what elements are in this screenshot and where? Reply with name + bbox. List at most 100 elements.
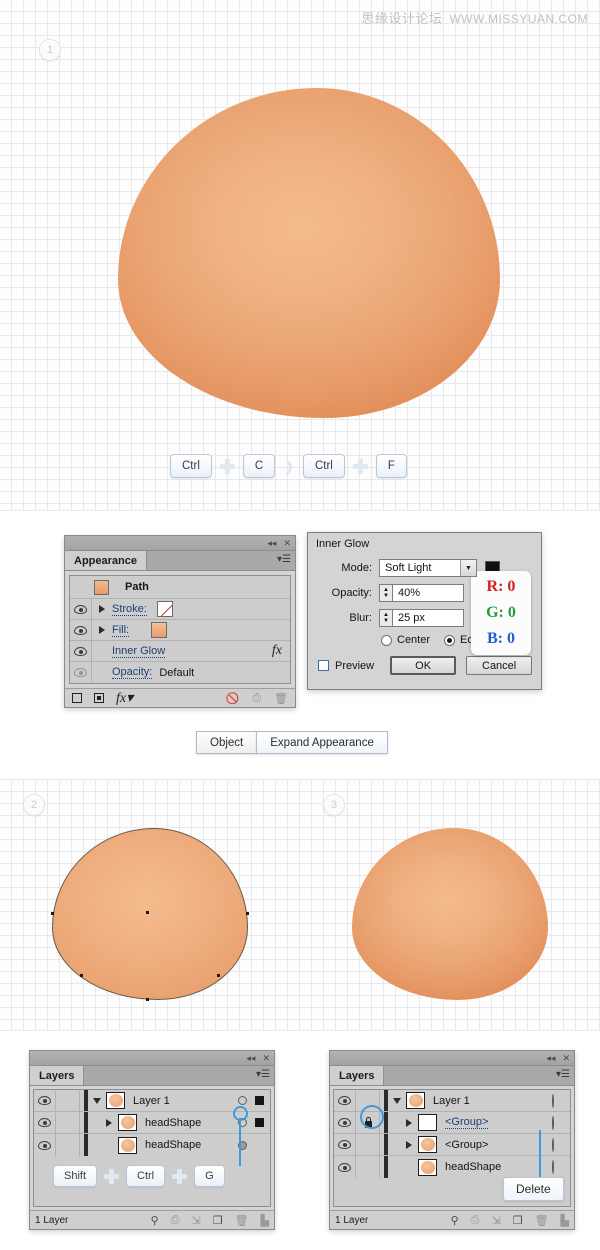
key-c[interactable]: C [242,454,276,478]
duplicate-item-icon[interactable]: ⎙ [252,692,261,705]
layer-row-r-headshape[interactable]: headShape [334,1156,570,1178]
fill-disclosure-arrow[interactable] [92,626,112,634]
collapse-icon[interactable]: ◂◂ [546,1053,555,1063]
close-icon[interactable]: ✕ [562,1053,570,1063]
layer1-disclosure-arrow[interactable] [88,1097,106,1104]
close-icon[interactable]: ✕ [262,1053,270,1063]
fill-color-swatch[interactable] [150,621,169,639]
appearance-row-fill[interactable]: Fill: [70,620,290,641]
group2-target-indicator[interactable] [552,1137,554,1152]
group1-label[interactable]: <Group> [445,1116,489,1129]
appearance-inner-glow-label[interactable]: Inner Glow [112,645,166,658]
delete-item-icon[interactable]: 🗑 [274,692,288,705]
release-mask-icon[interactable]: ⇲ [191,1214,200,1227]
appearance-fill-label[interactable]: Fill: [112,624,130,637]
r-layer1-target-indicator[interactable] [552,1093,554,1108]
resize-grip-icon[interactable]: ▙ [261,1214,269,1227]
stroke-visibility-toggle[interactable] [70,599,92,619]
appearance-stroke-label[interactable]: Stroke: [112,603,147,616]
r-headshape-lock-cell[interactable] [356,1156,380,1178]
r-headshape-label[interactable]: headShape [445,1161,501,1173]
stroke-none-swatch[interactable] [155,600,174,618]
mode-select[interactable]: Soft Light ▼ [379,559,477,577]
headshape2-lock-cell[interactable] [56,1134,80,1156]
preview-checkbox[interactable] [318,660,329,671]
key-f[interactable]: F [375,454,407,478]
chevron-down-icon[interactable]: ▼ [460,560,476,576]
stroke-disclosure-arrow[interactable] [92,605,112,613]
group1-visibility-toggle[interactable] [334,1112,356,1133]
tab-layers-right[interactable]: Layers [330,1066,385,1085]
key-shift[interactable]: Shift [53,1165,98,1187]
collapse-icon[interactable]: ◂◂ [267,538,276,548]
preview-checkbox-row[interactable]: Preview [318,660,374,672]
close-icon[interactable]: ✕ [283,538,291,548]
panel-menu-icon[interactable]: ▾☰ [256,1070,270,1080]
menu-expand-appearance-button[interactable]: Expand Appearance [256,731,388,754]
layer-row-headshape-2[interactable]: headShape [34,1134,270,1156]
locate-object-icon[interactable]: ⚲ [451,1214,459,1227]
group1-disclosure-arrow[interactable] [400,1118,418,1127]
group2-label[interactable]: <Group> [445,1139,488,1151]
group1-target-indicator[interactable] [552,1115,554,1130]
collapse-icon[interactable]: ◂◂ [246,1053,255,1063]
release-mask-icon[interactable]: ⇲ [491,1214,500,1227]
appearance-row-path[interactable]: Path [70,576,290,599]
headshape1-lock-cell[interactable] [56,1112,80,1133]
locate-object-icon[interactable]: ⚲ [151,1214,159,1227]
inner-glow-visibility-toggle[interactable] [70,641,92,661]
headshape2-label[interactable]: headShape [145,1139,201,1151]
panel-menu-icon[interactable]: ▾☰ [277,555,291,565]
blur-stepper[interactable]: ▲ ▼ [379,609,392,627]
key-ctrl-1[interactable]: Ctrl [170,454,212,478]
layer1-label[interactable]: Layer 1 [133,1095,170,1107]
key-g[interactable]: G [194,1165,225,1187]
make-mask-icon[interactable]: ⎙ [471,1214,480,1227]
ok-button[interactable]: OK [390,656,457,675]
group2-visibility-toggle[interactable] [334,1134,356,1155]
layer1-visibility-toggle[interactable] [34,1090,56,1111]
r-layer1-disclosure-arrow[interactable] [388,1097,406,1104]
delete-callout-button[interactable]: Delete [503,1177,564,1201]
key-ctrl-3[interactable]: Ctrl [126,1165,166,1187]
new-layer-icon[interactable]: ❐ [513,1214,523,1227]
layer-row-group-2[interactable]: <Group> [334,1134,570,1156]
panel-menu-icon[interactable]: ▾☰ [556,1070,570,1080]
tab-layers-left[interactable]: Layers [30,1066,85,1085]
appearance-row-stroke[interactable]: Stroke: [70,599,290,620]
fx-icon[interactable]: fx [272,643,282,659]
headshape1-visibility-toggle[interactable] [34,1112,56,1133]
delete-layer-icon[interactable]: 🗑 [535,1214,549,1227]
delete-layer-icon[interactable]: 🗑 [235,1214,249,1227]
group2-lock-cell[interactable] [356,1134,380,1155]
resize-grip-icon[interactable]: ▙ [561,1214,569,1227]
make-mask-icon[interactable]: ⎙ [171,1214,180,1227]
r-layer1-label[interactable]: Layer 1 [433,1095,470,1107]
cancel-button[interactable]: Cancel [466,656,533,675]
layer1-lock-cell[interactable] [56,1090,80,1111]
opacity-input[interactable]: 40% [392,584,464,602]
appearance-opacity-label[interactable]: Opacity: [112,666,153,679]
r-layer1-visibility-toggle[interactable] [334,1090,356,1111]
headshape2-visibility-toggle[interactable] [34,1134,56,1156]
clear-appearance-icon[interactable]: 🚫 [226,692,240,705]
headshape1-label[interactable]: headShape [145,1117,201,1129]
layer1-target-indicator[interactable] [238,1096,247,1105]
new-layer-icon[interactable]: ❐ [213,1214,223,1227]
appearance-row-opacity[interactable]: Opacity: Default [70,662,290,683]
blur-input[interactable]: 25 px [392,609,464,627]
key-ctrl-2[interactable]: Ctrl [302,454,345,478]
menu-object-button[interactable]: Object [196,731,258,754]
fill-visibility-toggle[interactable] [70,620,92,640]
tab-appearance[interactable]: Appearance [65,551,147,570]
r-headshape-visibility-toggle[interactable] [334,1156,356,1178]
r-headshape-target-indicator[interactable] [552,1160,554,1174]
opacity-visibility-toggle[interactable] [70,662,92,683]
group2-disclosure-arrow[interactable] [400,1140,418,1149]
radio-center[interactable]: Center [381,634,430,646]
opacity-stepper[interactable]: ▲ ▼ [379,584,392,602]
fx-menu-icon[interactable]: fx▾ [116,690,133,707]
appearance-row-inner-glow[interactable]: Inner Glow fx [70,641,290,662]
new-stroke-icon[interactable] [72,693,82,703]
headshape1-disclosure-arrow[interactable] [100,1118,118,1127]
